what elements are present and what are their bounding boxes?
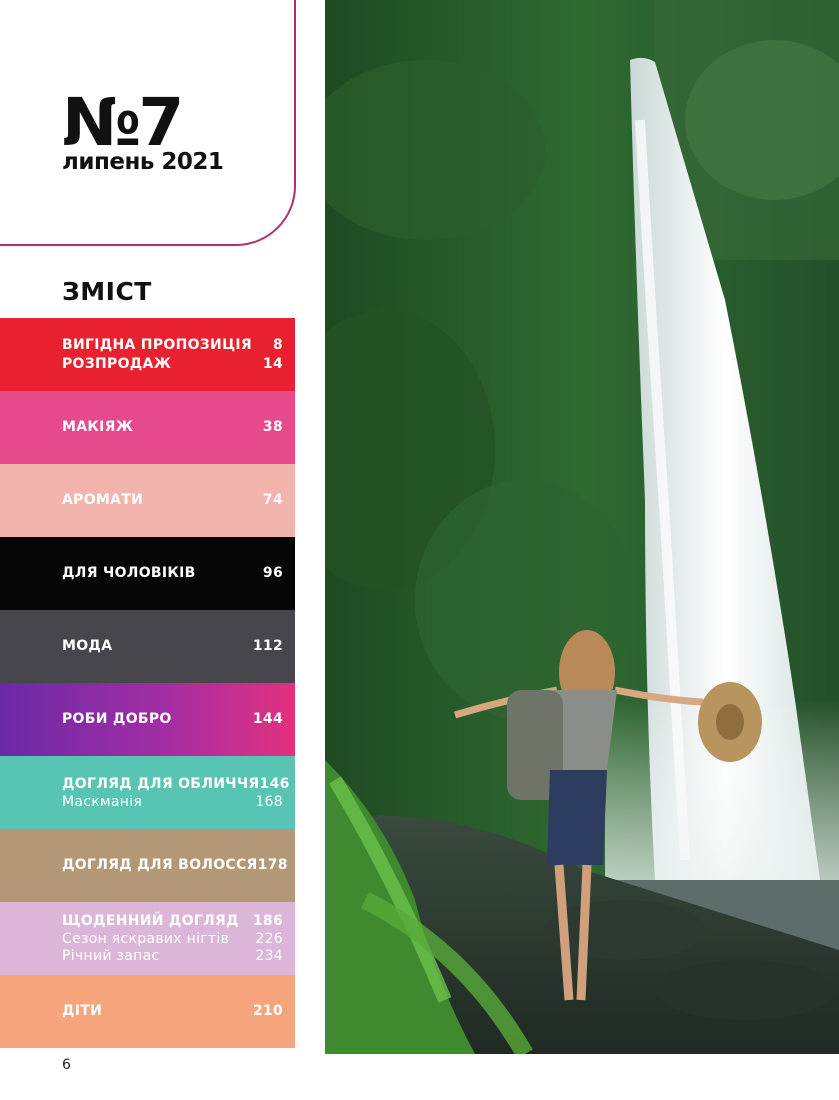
toc-section[interactable]: ДЛЯ ЧОЛОВІКІВ 96 [0, 537, 295, 610]
toc-entry-label: Сезон яскравих нігтів [62, 931, 230, 947]
toc-entry[interactable]: ДОГЛЯД ДЛЯ ОБЛИЧЧЯ 146 [62, 775, 289, 794]
toc-entry-label: МАКІЯЖ [62, 419, 134, 435]
toc-subentry[interactable]: Річний запас 234 [62, 948, 283, 965]
toc-subentry[interactable]: Маскманія 168 [62, 794, 283, 811]
toc-entry-label: ЩОДЕННИЙ ДОГЛЯД [62, 913, 239, 929]
toc-entry-page: 38 [262, 419, 283, 435]
toc-entry-page: 178 [257, 857, 288, 873]
toc-entry-label: АРОМАТИ [62, 492, 144, 508]
toc-title: ЗМІСТ [62, 277, 152, 306]
issue-date: липень 2021 [62, 149, 224, 175]
toc-entry-page: 8 [272, 336, 283, 353]
toc-entry-label: РОЗПРОДАЖ [62, 355, 172, 372]
toc-entry-label: Маскманія [62, 793, 143, 810]
toc-entry-page: 168 [255, 793, 283, 810]
toc-entry-label: МОДА [62, 638, 113, 654]
waterfall-photo [325, 0, 839, 1054]
toc-entry-page: 14 [262, 355, 283, 372]
toc-section[interactable]: ЩОДЕННИЙ ДОГЛЯД 186 Сезон яскравих нігтів 2… [0, 902, 295, 975]
toc-entry-page: 210 [252, 1003, 283, 1019]
toc-entry-page: 96 [262, 565, 283, 581]
page-number: 6 [62, 1057, 71, 1073]
toc-section[interactable]: РОБИ ДОБРО 144 [0, 683, 295, 756]
toc-section[interactable]: ВИГІДНА ПРОПОЗИЦІЯ 8 РОЗПРОДАЖ 14 [0, 318, 295, 391]
toc-section[interactable]: АРОМАТИ 74 [0, 464, 295, 537]
toc-entry-label: ДІТИ [62, 1003, 103, 1019]
toc-entry-page: 112 [252, 638, 283, 654]
toc-entry-label: ДОГЛЯД ДЛЯ ОБЛИЧЧЯ [62, 775, 260, 792]
toc-entry[interactable]: ДОГЛЯД ДЛЯ ВОЛОССЯ 178 [62, 856, 287, 875]
toc-entry-label: Річний запас [62, 948, 160, 964]
table-of-contents: ВИГІДНА ПРОПОЗИЦІЯ 8 РОЗПРОДАЖ 14 МАКІЯЖ 38 АР… [0, 318, 295, 1048]
toc-entry-page: 74 [262, 492, 283, 508]
toc-entry-label: ВИГІДНА ПРОПОЗИЦІЯ [62, 336, 252, 353]
toc-entry[interactable]: ДЛЯ ЧОЛОВІКІВ 96 [62, 564, 283, 583]
toc-entry-label: ДЛЯ ЧОЛОВІКІВ [62, 565, 196, 581]
toc-subentry[interactable]: Сезон яскравих нігтів 226 [62, 931, 283, 948]
toc-entry[interactable]: ДІТИ 210 [62, 1002, 283, 1021]
toc-entry[interactable]: АРОМАТИ 74 [62, 491, 283, 510]
toc-entry[interactable]: РОБИ ДОБРО 144 [62, 710, 283, 729]
toc-entry[interactable]: МОДА 112 [62, 637, 283, 656]
toc-entry[interactable]: ВИГІДНА ПРОПОЗИЦІЯ 8 [62, 336, 283, 355]
toc-entry-page: 144 [252, 711, 283, 727]
toc-entry-label: ДОГЛЯД ДЛЯ ВОЛОССЯ [62, 857, 258, 873]
toc-section[interactable]: ДОГЛЯД ДЛЯ ВОЛОССЯ 178 [0, 829, 295, 902]
toc-entry-page: 234 [255, 948, 283, 964]
toc-section[interactable]: ДОГЛЯД ДЛЯ ОБЛИЧЧЯ 146 Маскманія 168 [0, 756, 295, 829]
toc-entry-page: 186 [252, 913, 283, 929]
toc-entry-label: РОБИ ДОБРО [62, 711, 172, 727]
toc-entry[interactable]: ЩОДЕННИЙ ДОГЛЯД 186 [62, 912, 283, 931]
toc-section[interactable]: МОДА 112 [0, 610, 295, 683]
toc-entry-page: 226 [255, 931, 283, 947]
toc-entry[interactable]: МАКІЯЖ 38 [62, 418, 283, 437]
toc-section[interactable]: ДІТИ 210 [0, 975, 295, 1048]
issue-number: №7 [62, 84, 184, 161]
toc-entry-page: 146 [259, 775, 290, 792]
toc-entry[interactable]: РОЗПРОДАЖ 14 [62, 355, 283, 374]
toc-section[interactable]: МАКІЯЖ 38 [0, 391, 295, 464]
